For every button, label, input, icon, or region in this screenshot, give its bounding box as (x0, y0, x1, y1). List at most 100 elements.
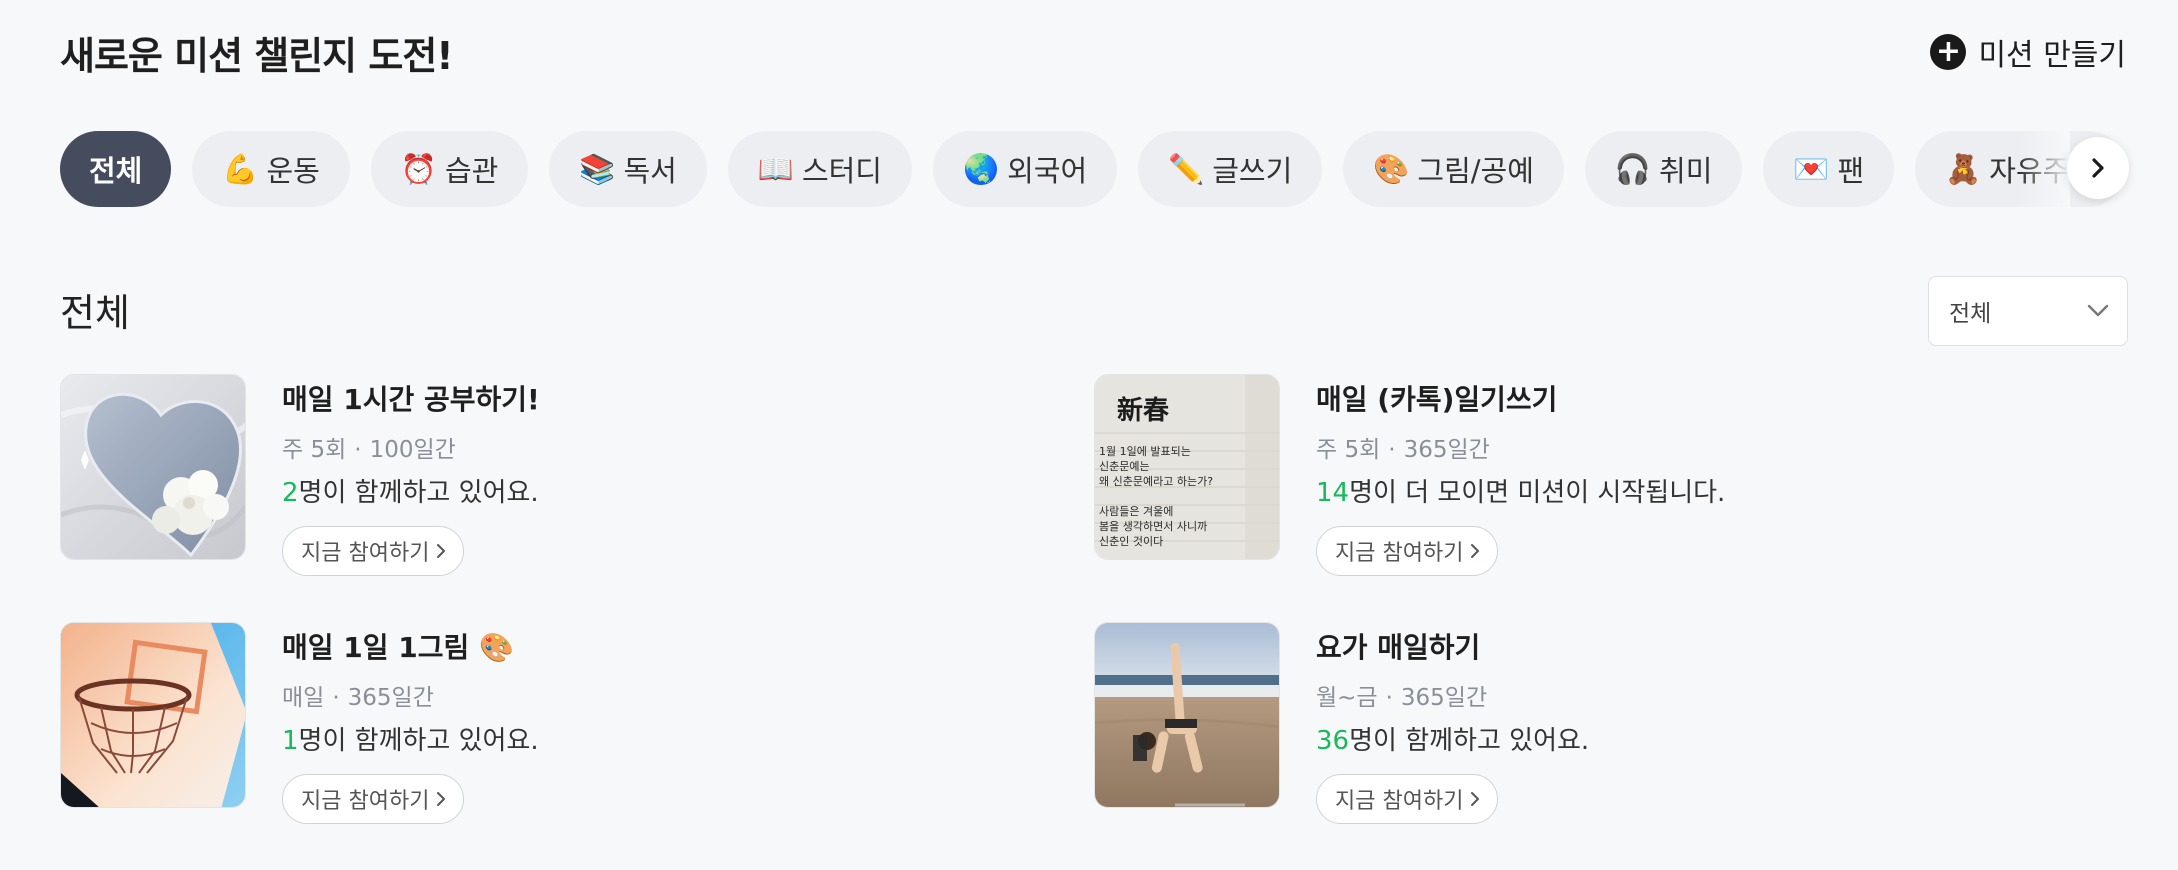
headphones-icon: 🎧 (1614, 151, 1652, 186)
join-now-button[interactable]: 지금 참여하기 (1316, 774, 1499, 824)
status-text: 명이 함께하고 있어요. (298, 478, 539, 508)
separator-dot: · (1388, 437, 1396, 463)
participant-count: 2 (282, 478, 299, 508)
alarm-clock-icon: ⏰ (400, 151, 437, 186)
page: 새로운 미션 챌린지 도전! + 미션 만들기 전체 💪 운동 ⏰ 습관 📚 독… (0, 0, 2178, 870)
mission-thumbnail-notebook: 新春 1월 1일에 발표되는 신춘문예는 왜 신춘문예라고 하는가? 사람들은 … (1094, 374, 1280, 560)
chevron-right-icon (2092, 158, 2104, 178)
mission-title: 매일 (카톡)일기쓰기 (1316, 383, 1558, 416)
chevron-right-icon (437, 544, 446, 558)
mission-duration: 365일간 (347, 685, 434, 711)
books-icon: 📚 (579, 151, 616, 186)
chip-scroll-fade (2020, 131, 2070, 207)
chevron-right-icon (437, 792, 446, 806)
notebook-line: 신춘인 것이다 (1099, 535, 1163, 548)
open-book-icon: 📖 (757, 151, 794, 186)
palette-icon: 🎨 (1373, 151, 1410, 186)
mission-meta: 주 5회 · 100일간 (282, 430, 540, 464)
mission-status: 14명이 더 모이면 미션이 시작됩니다. (1316, 472, 1725, 509)
category-chip-writing[interactable]: ✏️ 글쓰기 (1138, 131, 1323, 207)
plus-circle-icon: + (1930, 34, 1967, 70)
mission-title: 매일 1일 1그림 🎨 (282, 631, 514, 664)
mission-status: 2명이 함께하고 있어요. (282, 472, 540, 509)
category-scroll-next-button[interactable] (2067, 137, 2129, 199)
category-chip-hobby[interactable]: 🎧 취미 (1584, 131, 1743, 207)
mission-meta: 월~금 · 365일간 (1316, 678, 1589, 712)
category-chips: 전체 💪 운동 ⏰ 습관 📚 독서 📖 스터디 🌏 외국어 ✏️ 글쓰기 🎨 그… (60, 131, 2127, 207)
pencil-icon: ✏️ (1168, 151, 1205, 186)
section-title: 전체 (60, 291, 130, 335)
mission-frequency: 월~금 (1316, 685, 1378, 711)
category-chip-label: 팬 (1837, 154, 1865, 188)
mission-info: 매일 1일 1그림 🎨 매일 · 365일간 1명이 함께하고 있어요. 지금 참여… (282, 622, 539, 824)
category-chip-reading[interactable]: 📚 독서 (549, 131, 707, 207)
mission-thumbnail-heart-mirror (60, 374, 246, 560)
status-text: 명이 함께하고 있어요. (1349, 726, 1590, 756)
join-now-button[interactable]: 지금 참여하기 (1316, 526, 1499, 576)
flexed-bicep-icon: 💪 (222, 151, 259, 186)
mission-meta: 매일 · 365일간 (282, 678, 539, 712)
notebook-heading: 新春 (1117, 395, 1169, 426)
participant-count: 1 (282, 726, 299, 756)
join-now-label: 지금 참여하기 (1335, 541, 1464, 566)
chevron-down-icon (2087, 304, 2109, 317)
love-letter-icon: 💌 (1793, 151, 1830, 186)
category-chip-habit[interactable]: ⏰ 습관 (370, 131, 529, 207)
mission-meta: 주 5회 · 365일간 (1316, 430, 1725, 464)
join-now-button[interactable]: 지금 참여하기 (282, 774, 465, 824)
category-chip-all[interactable]: 전체 (60, 131, 172, 207)
mission-duration: 365일간 (1400, 685, 1488, 711)
mission-status: 36명이 함께하고 있어요. (1316, 720, 1589, 757)
mission-card[interactable]: 매일 1일 1그림 🎨 매일 · 365일간 1명이 함께하고 있어요. 지금 참여… (60, 622, 860, 824)
mission-duration: 100일간 (369, 437, 456, 463)
header: 새로운 미션 챌린지 도전! + 미션 만들기 (60, 22, 2126, 82)
sort-select-value: 전체 (1949, 301, 1992, 327)
notebook-line: 왜 신춘문예라고 하는가? (1099, 474, 1213, 488)
page-title: 새로운 미션 챌린지 도전! (60, 33, 454, 78)
category-chip-language[interactable]: 🌏 외국어 (932, 131, 1118, 207)
mission-frequency: 매일 (282, 685, 325, 711)
mission-info: 요가 매일하기 월~금 · 365일간 36명이 함께하고 있어요. 지금 참여하기 (1316, 622, 1589, 824)
category-chip-label: 취미 (1659, 154, 1713, 188)
status-text: 명이 함께하고 있어요. (298, 726, 539, 756)
category-chip-label: 독서 (623, 154, 677, 188)
category-chip-label: 외국어 (1007, 154, 1088, 188)
create-mission-button[interactable]: + 미션 만들기 (1930, 30, 2126, 74)
category-chip-fan[interactable]: 💌 팬 (1763, 131, 1895, 207)
category-chip-label: 글쓰기 (1212, 154, 1293, 188)
separator-dot: · (354, 437, 362, 463)
category-chip-label: 운동 (266, 154, 320, 188)
join-now-label: 지금 참여하기 (301, 541, 430, 566)
mission-card[interactable]: 요가 매일하기 월~금 · 365일간 36명이 함께하고 있어요. 지금 참여하기 (1094, 622, 1894, 824)
mission-info: 매일 1시간 공부하기! 주 5회 · 100일간 2명이 함께하고 있어요. 지금… (282, 374, 540, 576)
category-chip-study[interactable]: 📖 스터디 (727, 131, 912, 207)
mission-card[interactable]: 매일 1시간 공부하기! 주 5회 · 100일간 2명이 함께하고 있어요. 지금… (60, 374, 860, 576)
mission-duration: 365일간 (1403, 437, 1490, 463)
mission-thumbnail-basketball-hoop (60, 622, 246, 808)
globe-icon: 🌏 (962, 151, 1000, 186)
participant-count: 36 (1316, 726, 1350, 756)
create-mission-label: 미션 만들기 (1978, 38, 2126, 73)
teddy-bear-icon: 🧸 (1945, 151, 1982, 186)
notebook-line: 봄을 생각하면서 사니까 (1099, 519, 1207, 533)
notebook-line: 신춘문예는 (1099, 460, 1150, 473)
join-now-button[interactable]: 지금 참여하기 (282, 526, 465, 576)
category-chip-art-craft[interactable]: 🎨 그림/공예 (1343, 131, 1564, 207)
notebook-line: 1월 1일에 발표되는 (1099, 444, 1191, 458)
mission-thumbnail-beach-yoga (1094, 622, 1280, 808)
mission-info: 매일 (카톡)일기쓰기 주 5회 · 365일간 14명이 더 모이면 미션이 시작… (1316, 374, 1725, 576)
mission-status: 1명이 함께하고 있어요. (282, 720, 539, 757)
participant-count: 14 (1316, 478, 1350, 508)
category-chip-label: 습관 (444, 154, 499, 188)
chevron-right-icon (1471, 792, 1480, 806)
mission-card[interactable]: 新春 1월 1일에 발표되는 신춘문예는 왜 신춘문예라고 하는가? 사람들은 … (1094, 374, 1894, 576)
category-chip-exercise[interactable]: 💪 운동 (192, 131, 350, 207)
category-chip-label: 그림/공예 (1417, 154, 1534, 188)
join-now-label: 지금 참여하기 (301, 789, 430, 814)
sort-select[interactable]: 전체 (1928, 276, 2128, 346)
chevron-right-icon (1471, 544, 1480, 558)
mission-title: 매일 1시간 공부하기! (282, 383, 540, 416)
category-chip-label: 스터디 (801, 154, 882, 188)
separator-dot: · (332, 685, 340, 711)
category-chip-label: 전체 (89, 154, 143, 188)
